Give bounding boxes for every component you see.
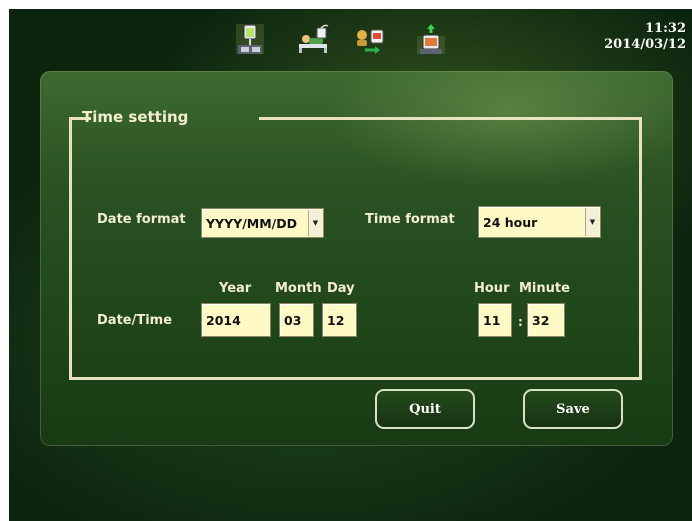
- time-format-select[interactable]: 24 hour ▼: [478, 206, 601, 238]
- device-screen: 11:32 2014/03/12 Time setting Date forma…: [9, 9, 692, 521]
- status-bar: 11:32 2014/03/12: [9, 9, 692, 69]
- frame-right: [639, 117, 642, 380]
- time-format-label: Time format: [365, 212, 455, 227]
- time-separator: :: [518, 315, 523, 329]
- frame-top-right: [259, 117, 642, 120]
- quit-button[interactable]: Quit: [375, 389, 475, 429]
- save-button[interactable]: Save: [523, 389, 623, 429]
- minute-input[interactable]: 32: [527, 303, 565, 337]
- date-time-label: Date/Time: [97, 313, 173, 328]
- patient-bed-icon[interactable]: [295, 22, 331, 56]
- transfer-icon[interactable]: [353, 22, 389, 56]
- month-input[interactable]: 03: [279, 303, 314, 337]
- hour-input[interactable]: 11: [478, 303, 512, 337]
- hour-label: Hour: [474, 281, 510, 296]
- chevron-down-icon[interactable]: ▼: [308, 210, 322, 236]
- section-title: Time setting: [82, 108, 189, 126]
- chevron-down-icon[interactable]: ▼: [585, 208, 599, 236]
- clock-time: 11:32: [645, 21, 686, 36]
- clock-date: 2014/03/12: [604, 37, 686, 52]
- frame-left: [69, 117, 72, 380]
- device-upload-icon[interactable]: [416, 22, 446, 56]
- date-format-label: Date format: [97, 212, 186, 227]
- year-input[interactable]: 2014: [201, 303, 271, 337]
- year-label: Year: [219, 281, 252, 296]
- minute-label: Minute: [519, 281, 570, 296]
- day-input[interactable]: 12: [322, 303, 357, 337]
- date-format-value: YYYY/MM/DD: [206, 215, 297, 231]
- frame-bottom: [69, 377, 642, 380]
- date-format-select[interactable]: YYYY/MM/DD ▼: [201, 208, 324, 238]
- day-label: Day: [327, 281, 355, 296]
- month-label: Month: [275, 281, 322, 296]
- infusion-bag-icon[interactable]: [235, 22, 265, 56]
- time-format-value: 24 hour: [483, 214, 538, 230]
